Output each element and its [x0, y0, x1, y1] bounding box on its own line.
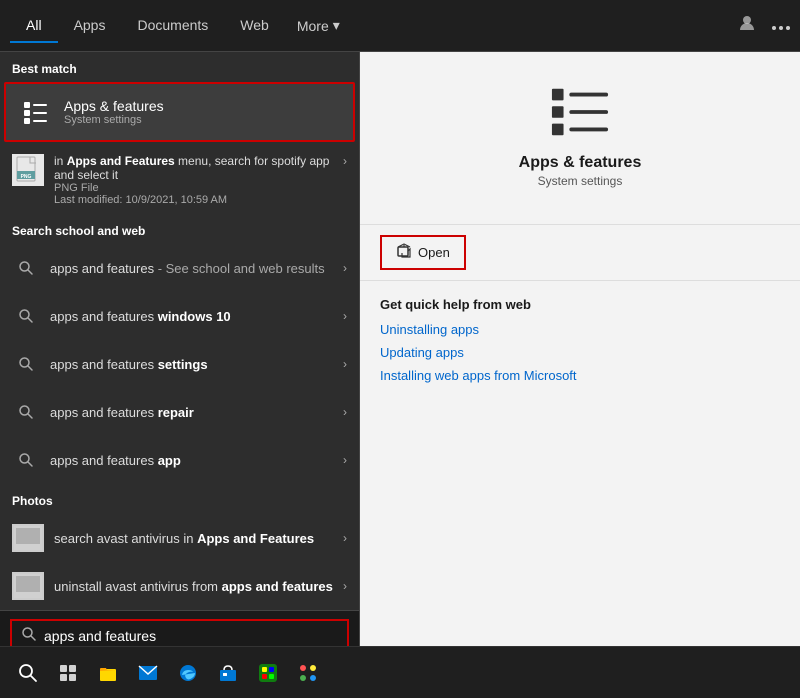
search-result-icon-3	[12, 350, 40, 378]
tab-all[interactable]: All	[10, 9, 58, 43]
taskbar-taskview-icon[interactable]	[48, 653, 88, 693]
search-result-text-3: apps and features settings	[50, 357, 343, 372]
photos-result-text-1: search avast antivirus in Apps and Featu…	[54, 531, 343, 546]
start-menu: All Apps Documents Web More ▾	[0, 0, 800, 698]
left-panel: Best match Apps & features System settin…	[0, 52, 360, 646]
quick-help-title: Get quick help from web	[380, 297, 780, 312]
tab-apps[interactable]: Apps	[58, 9, 122, 43]
app-name-large: Apps & features	[519, 154, 642, 172]
search-result-5[interactable]: apps and features app ›	[0, 436, 359, 484]
app-header: Apps & features System settings	[360, 52, 800, 224]
file-result-item[interactable]: PNG in Apps and Features menu, search fo…	[0, 146, 359, 214]
search-result-icon-4	[12, 398, 40, 426]
search-result-text-1: apps and features - See school and web r…	[50, 261, 343, 276]
tab-documents[interactable]: Documents	[121, 9, 224, 43]
quick-help: Get quick help from web Uninstalling app…	[360, 281, 800, 407]
taskbar	[0, 646, 800, 698]
best-match-text: Apps & features System settings	[64, 98, 164, 126]
search-result-2[interactable]: apps and features windows 10 ›	[0, 292, 359, 340]
search-result-icon-5	[12, 446, 40, 474]
photos-result-text-2: uninstall avast antivirus from apps and …	[54, 579, 343, 594]
search-result-text-2: apps and features windows 10	[50, 309, 343, 324]
photos-result-2[interactable]: uninstall avast antivirus from apps and …	[0, 562, 359, 610]
search-result-text-4: apps and features repair	[50, 405, 343, 420]
png-file-icon: PNG	[12, 154, 44, 186]
result-chevron-5: ›	[343, 453, 347, 467]
taskbar-mail-icon[interactable]	[128, 653, 168, 693]
apps-features-icon	[18, 94, 54, 130]
best-match-subtitle: System settings	[64, 114, 164, 126]
search-result-icon-2	[12, 302, 40, 330]
search-icon	[22, 627, 36, 644]
app-icon-large	[545, 82, 615, 142]
top-nav: All Apps Documents Web More ▾	[0, 0, 800, 52]
photos-icon-2	[12, 572, 44, 600]
photos-icon-1	[12, 524, 44, 552]
open-button-container: Open	[360, 224, 800, 281]
taskbar-photos-icon[interactable]	[288, 653, 328, 693]
search-result-icon-1	[12, 254, 40, 282]
photos-chevron-1: ›	[343, 531, 347, 545]
taskbar-store-icon[interactable]	[208, 653, 248, 693]
best-match-item[interactable]: Apps & features System settings	[4, 82, 355, 142]
photos-chevron-2: ›	[343, 579, 347, 593]
search-input[interactable]	[44, 628, 337, 644]
main-content: Best match Apps & features System settin…	[0, 52, 800, 646]
quick-help-link-3[interactable]: Installing web apps from Microsoft	[380, 368, 780, 383]
file-text: in Apps and Features menu, search for sp…	[54, 154, 343, 206]
photos-section-label: Photos	[0, 484, 359, 514]
taskbar-search-icon[interactable]	[8, 653, 48, 693]
user-icon[interactable]	[738, 14, 756, 37]
search-result-text-5: apps and features app	[50, 453, 343, 468]
tab-web[interactable]: Web	[224, 9, 285, 43]
result-chevron-3: ›	[343, 357, 347, 371]
search-result-3[interactable]: apps and features settings ›	[0, 340, 359, 388]
more-chevron-icon: ▾	[333, 17, 340, 34]
quick-help-link-2[interactable]: Updating apps	[380, 345, 780, 360]
taskbar-xbox-icon[interactable]	[248, 653, 288, 693]
result-chevron-4: ›	[343, 405, 347, 419]
search-box-border	[10, 619, 349, 646]
search-result-4[interactable]: apps and features repair ›	[0, 388, 359, 436]
school-web-label: Search school and web	[0, 214, 359, 244]
open-icon	[396, 243, 412, 262]
nav-icons	[738, 14, 790, 37]
file-modified: Last modified: 10/9/2021, 10:59 AM	[54, 194, 343, 206]
open-label: Open	[418, 245, 450, 260]
more-options-icon[interactable]	[772, 17, 790, 35]
photos-result-1[interactable]: search avast antivirus in Apps and Featu…	[0, 514, 359, 562]
best-match-label: Best match	[0, 52, 359, 82]
tab-more[interactable]: More ▾	[285, 9, 352, 42]
search-box-container	[0, 610, 359, 646]
file-chevron-icon: ›	[343, 154, 347, 168]
best-match-title: Apps & features	[64, 98, 164, 114]
result-chevron-2: ›	[343, 309, 347, 323]
app-category: System settings	[538, 174, 623, 188]
search-result-1[interactable]: apps and features - See school and web r…	[0, 244, 359, 292]
open-button[interactable]: Open	[380, 235, 466, 270]
taskbar-edge-icon[interactable]	[168, 653, 208, 693]
result-chevron-1: ›	[343, 261, 347, 275]
file-title: in Apps and Features menu, search for sp…	[54, 154, 343, 182]
file-type: PNG File	[54, 182, 343, 194]
right-panel: Apps & features System settings Open	[360, 52, 800, 646]
svg-text:PNG: PNG	[21, 174, 32, 180]
taskbar-explorer-icon[interactable]	[88, 653, 128, 693]
quick-help-link-1[interactable]: Uninstalling apps	[380, 322, 780, 337]
